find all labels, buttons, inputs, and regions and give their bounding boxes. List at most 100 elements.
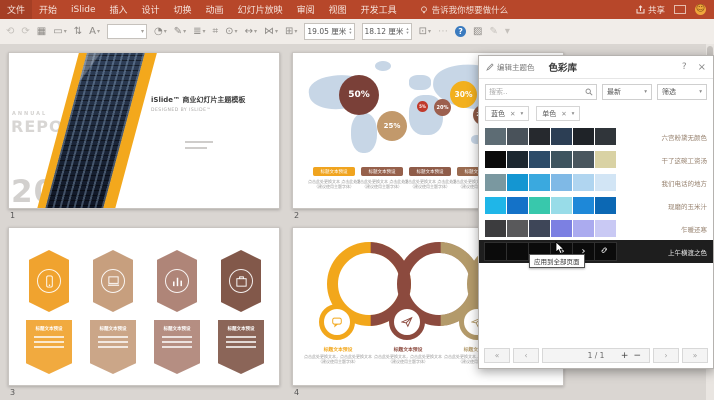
zoom-out-button[interactable]: − bbox=[633, 351, 641, 361]
undo-icon[interactable]: ⟲ bbox=[6, 27, 14, 37]
feedback-smiley-icon[interactable]: ☺ bbox=[695, 4, 706, 15]
color-swatch[interactable] bbox=[573, 197, 594, 214]
crop-icon[interactable]: ⊡▾ bbox=[419, 27, 431, 37]
sort-icon[interactable]: ⇅ bbox=[74, 27, 82, 37]
ribbon-tab-视图[interactable]: 视图 bbox=[322, 0, 354, 19]
color-swatch[interactable] bbox=[551, 174, 572, 191]
color-swatch[interactable] bbox=[595, 151, 616, 168]
color-swatch[interactable] bbox=[551, 220, 572, 237]
share-button[interactable]: 共享 bbox=[636, 4, 665, 16]
color-swatch[interactable] bbox=[595, 220, 616, 237]
ribbon-tab-动画[interactable]: 动画 bbox=[199, 0, 231, 19]
select-icon[interactable]: ⊞▾ bbox=[285, 27, 297, 37]
collapse-ribbon-icon[interactable] bbox=[674, 5, 686, 14]
shape-width-field[interactable]: 19.05 厘米 ▴▾ bbox=[304, 23, 354, 40]
slide-thumbnail-1[interactable]: ANNUAL REPORT 2018 iSlide™ 商业幻灯片主题模板 DES… bbox=[8, 52, 280, 209]
color-swatch[interactable] bbox=[529, 174, 550, 191]
color-swatch[interactable] bbox=[485, 197, 506, 214]
remove-chip-icon[interactable]: ✕ bbox=[510, 110, 515, 118]
ribbon-tab-开始[interactable]: 开始 bbox=[32, 0, 64, 19]
ribbon-tab-iSlide[interactable]: iSlide bbox=[64, 0, 102, 19]
tell-me-search[interactable]: 告诉我你想要做什么 bbox=[420, 4, 509, 16]
ribbon-tab-开发工具[interactable]: 开发工具 bbox=[354, 0, 404, 19]
sort-dropdown[interactable]: 最新 ▾ bbox=[602, 84, 652, 100]
palette-row[interactable]: 干了这碗工资汤 bbox=[479, 148, 713, 171]
redo-icon[interactable]: ⟳ bbox=[21, 27, 29, 37]
color-swatch[interactable] bbox=[507, 151, 528, 168]
ribbon-tab-文件[interactable]: 文件 bbox=[0, 0, 32, 19]
palette-row[interactable]: 乍暖还寒 bbox=[479, 217, 713, 240]
edit-theme-color-button[interactable]: 编辑主题色 bbox=[486, 62, 535, 73]
color-swatch[interactable] bbox=[507, 128, 528, 145]
color-swatch[interactable] bbox=[573, 174, 594, 191]
more-dropdown-icon[interactable]: ▾ bbox=[505, 27, 510, 37]
chevron-down-icon[interactable]: ▾ bbox=[520, 111, 523, 117]
zoom-in-button[interactable]: + bbox=[621, 351, 629, 361]
group-icon[interactable]: ⊙▾ bbox=[225, 27, 237, 37]
color-swatch[interactable] bbox=[529, 128, 550, 145]
panel-help-button[interactable]: ? bbox=[682, 62, 687, 73]
rotate-icon[interactable]: ↔▾ bbox=[245, 27, 257, 37]
ribbon-tab-插入[interactable]: 插入 bbox=[103, 0, 135, 19]
color-swatch[interactable] bbox=[551, 151, 572, 168]
color-swatch[interactable] bbox=[507, 197, 528, 214]
ribbon-tab-切换[interactable]: 切换 bbox=[167, 0, 199, 19]
color-swatch[interactable] bbox=[485, 151, 506, 168]
picture-icon[interactable]: ▨ bbox=[473, 27, 482, 37]
filter-chip[interactable]: 蓝色✕▾ bbox=[485, 106, 529, 121]
distribute-icon[interactable]: ⌗ bbox=[213, 27, 219, 37]
help-icon[interactable]: ? bbox=[455, 26, 466, 37]
font-select[interactable]: ▾ bbox=[107, 24, 147, 39]
color-swatch[interactable] bbox=[551, 197, 572, 214]
palette-row[interactable]: 我们电话的地方 bbox=[479, 171, 713, 194]
ribbon-tab-幻灯片放映[interactable]: 幻灯片放映 bbox=[231, 0, 290, 19]
dots-icon[interactable]: ⋯ bbox=[438, 27, 448, 37]
color-swatch[interactable] bbox=[595, 174, 616, 191]
color-swatch[interactable] bbox=[485, 174, 506, 191]
align-icon[interactable]: ≣▾ bbox=[193, 27, 205, 37]
filter-dropdown[interactable]: 筛选 ▾ bbox=[657, 84, 707, 100]
shape-height-field[interactable]: 18.12 厘米 ▴▾ bbox=[362, 23, 412, 40]
last-page-button[interactable]: » bbox=[682, 348, 708, 363]
filter-chip[interactable]: 单色✕▾ bbox=[536, 106, 580, 121]
color-swatch[interactable] bbox=[573, 220, 594, 237]
width-spinner[interactable]: ▴▾ bbox=[349, 28, 351, 36]
ribbon-tab-审阅[interactable]: 审阅 bbox=[290, 0, 322, 19]
layout-icon[interactable]: ▭▾ bbox=[53, 27, 66, 37]
color-swatch[interactable] bbox=[485, 243, 506, 260]
color-swatch[interactable] bbox=[507, 243, 528, 260]
color-swatch[interactable] bbox=[507, 174, 528, 191]
color-swatch[interactable] bbox=[551, 128, 572, 145]
table-icon[interactable]: ▦ bbox=[37, 27, 46, 37]
font-color-icon[interactable]: A▾ bbox=[89, 27, 100, 37]
prev-page-button[interactable]: ‹ bbox=[513, 348, 539, 363]
color-swatch[interactable] bbox=[529, 197, 550, 214]
text-tag-shape: 标题文本预设 bbox=[154, 320, 200, 374]
color-swatch[interactable] bbox=[595, 197, 616, 214]
color-swatch[interactable] bbox=[485, 128, 506, 145]
palette-row[interactable]: 六宫粉黛无颜色 bbox=[479, 125, 713, 148]
palette-row[interactable]: 现磨的玉米汁 bbox=[479, 194, 713, 217]
color-swatch[interactable] bbox=[529, 220, 550, 237]
height-spinner[interactable]: ▴▾ bbox=[406, 28, 408, 36]
panel-close-button[interactable]: × bbox=[698, 62, 706, 73]
color-swatch[interactable] bbox=[529, 151, 550, 168]
color-swatch[interactable] bbox=[507, 220, 528, 237]
shape-outline-icon[interactable]: ✎▾ bbox=[174, 27, 186, 37]
color-swatch[interactable] bbox=[573, 128, 594, 145]
color-swatch[interactable] bbox=[485, 220, 506, 237]
search-input[interactable]: 搜索.. bbox=[485, 84, 597, 100]
color-swatch[interactable] bbox=[595, 128, 616, 145]
slide-thumbnail-3[interactable]: 标题文本预设标题文本预设标题文本预设标题文本预设 bbox=[8, 227, 280, 386]
pencil-icon[interactable]: ✎ bbox=[490, 27, 498, 37]
shape-fill-icon[interactable]: ◔▾ bbox=[154, 27, 167, 37]
next-page-button[interactable]: › bbox=[653, 348, 679, 363]
link-icon[interactable] bbox=[595, 240, 616, 263]
first-page-button[interactable]: « bbox=[484, 348, 510, 363]
arrange-icon[interactable]: ⋈▾ bbox=[264, 27, 278, 37]
palette-row[interactable]: 上午横渡之色»› bbox=[479, 240, 713, 263]
chevron-down-icon[interactable]: ▾ bbox=[572, 111, 575, 117]
color-swatch[interactable] bbox=[573, 151, 594, 168]
ribbon-tab-设计[interactable]: 设计 bbox=[135, 0, 167, 19]
remove-chip-icon[interactable]: ✕ bbox=[561, 110, 566, 118]
